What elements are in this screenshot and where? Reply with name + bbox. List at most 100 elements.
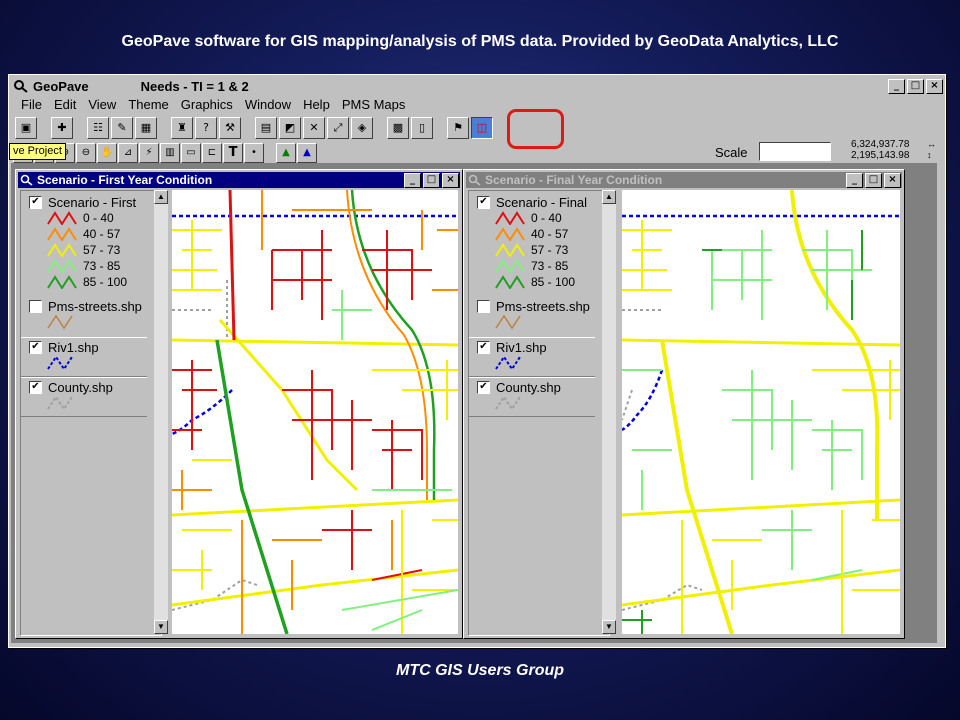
street-segment [622,498,900,517]
table-icon[interactable]: ▦ [135,117,157,139]
theme-checkbox[interactable]: ✔ [29,381,42,394]
legend-scrollbar[interactable]: ▲ ▼ [154,190,168,634]
theme-checkbox[interactable]: ✔ [477,341,490,354]
view-titlebar[interactable]: Scenario - Final Year Condition _ □ × [466,172,902,188]
maximize-button[interactable]: □ [907,78,924,94]
view-close-button[interactable]: × [442,172,459,188]
theme-name: Riv1.shp [496,340,547,355]
zoom-out-icon[interactable]: ⊖ [76,143,96,163]
theme-swatch [47,314,73,330]
menu-edit[interactable]: Edit [48,97,82,115]
menu-view[interactable]: View [82,97,122,115]
zoom-active-icon[interactable]: ✕ [303,117,325,139]
theme-pms-streets[interactable]: Pms-streets.shp [21,299,147,330]
view-maximize-button[interactable]: □ [423,172,440,188]
hotlink-icon[interactable]: ⚡ [139,143,159,163]
view-close-button[interactable]: × [884,172,901,188]
add-theme-icon[interactable]: ✚ [51,117,73,139]
theme-scenario[interactable]: ✔ Scenario - Final 0 - 40 40 - 57 57 - 73… [469,195,595,290]
theme-checkbox[interactable]: ✔ [29,196,42,209]
theme-checkbox[interactable]: ✔ [29,341,42,354]
identify-icon[interactable]: ? [195,117,217,139]
menu-file[interactable]: File [15,97,48,115]
scroll-up-icon[interactable]: ▲ [602,190,616,204]
class-label: 73 - 85 [531,259,569,273]
theme-scenario[interactable]: ✔ Scenario - First 0 - 40 40 - 57 57 - 73… [21,195,147,290]
scale-input[interactable] [759,142,831,161]
theme-pms-streets[interactable]: Pms-streets.shp [469,299,595,330]
theme-props-icon[interactable]: ☷ [87,117,109,139]
county-line [622,309,662,421]
find-icon[interactable]: ♜ [171,117,193,139]
street-segment [762,510,863,581]
menu-pms-maps[interactable]: PMS Maps [336,97,412,115]
layout-icon[interactable]: ▩ [387,117,409,139]
street-segment [172,568,458,607]
street-segment [622,568,900,607]
query-icon[interactable]: ◩ [279,117,301,139]
class-swatch [47,211,77,225]
view-logo-icon [20,174,33,186]
theme-name: County.shp [496,380,561,395]
menu-help[interactable]: Help [297,97,336,115]
street-segment [722,370,812,480]
theme-county[interactable]: ✔ County.shp [21,377,147,417]
class-swatch [495,211,525,225]
theme-county[interactable]: ✔ County.shp [469,377,595,417]
pms-compare-icon[interactable]: ◫ [471,117,493,139]
app-titlebar[interactable]: GeoPave Needs - TI = 1 & 2 _ □ × [11,77,943,95]
theme-checkbox[interactable]: ✔ [477,196,490,209]
scroll-down-icon[interactable]: ▼ [602,620,616,634]
theme-riv1[interactable]: ✔ Riv1.shp [21,337,147,377]
zoom-full-icon[interactable]: ⤢ [327,117,349,139]
select-icon[interactable]: ▭ [181,143,201,163]
triangle-b-icon[interactable]: ▲ [297,143,317,163]
hand-icon[interactable]: ✋ [97,143,117,163]
scroll-up-icon[interactable]: ▲ [154,190,168,204]
area-icon[interactable]: ▥ [160,143,180,163]
theme-checkbox[interactable] [29,300,42,313]
menu-window[interactable]: Window [239,97,297,115]
chart-icon[interactable]: ▤ [255,117,277,139]
hammer-icon[interactable]: ⚒ [219,117,241,139]
map-canvas[interactable] [622,190,900,634]
view-window-final-year: Scenario - Final Year Condition _ □ × ✔ S… [463,169,905,639]
minimize-button[interactable]: _ [888,78,905,94]
menu-graphics[interactable]: Graphics [175,97,239,115]
text-icon[interactable]: T [223,143,243,163]
theme-checkbox[interactable]: ✔ [477,381,490,394]
app-window-title: Needs - TI = 1 & 2 [140,78,249,94]
menu-theme[interactable]: Theme [122,97,174,115]
scroll-down-icon[interactable]: ▼ [154,620,168,634]
save-icon[interactable]: ▣ [15,117,37,139]
label-icon[interactable]: ⊏ [202,143,222,163]
triangle-a-icon[interactable]: ▲ [276,143,296,163]
class-swatch [47,275,77,289]
pms-flag-icon[interactable]: ⚑ [447,117,469,139]
theme-name: County.shp [48,380,113,395]
view-maximize-button[interactable]: □ [865,172,882,188]
point-icon[interactable]: • [244,143,264,163]
info-icon[interactable]: ▯ [411,117,433,139]
view-minimize-button[interactable]: _ [404,172,421,188]
measure-icon[interactable]: ⊿ [118,143,138,163]
street-grid-lightgreen [622,230,872,581]
street-segment [711,230,772,320]
close-button[interactable]: × [926,78,943,94]
edit-legend-icon[interactable]: ✎ [111,117,133,139]
county-line [622,583,703,611]
street-segment [172,360,217,450]
view-titlebar[interactable]: Scenario - First Year Condition _ □ × [18,172,460,188]
theme-riv1[interactable]: ✔ Riv1.shp [469,337,595,377]
theme-checkbox[interactable] [477,300,490,313]
class-swatch [495,243,525,257]
class-label: 85 - 100 [83,275,128,289]
view-logo-icon [468,174,481,186]
map-canvas[interactable] [172,190,458,634]
view-minimize-button[interactable]: _ [846,172,863,188]
tooltip: ve Project [9,143,66,160]
theme-name: Scenario - Final [496,195,588,210]
view-window-first-year: Scenario - First Year Condition _ □ × ✔ S… [15,169,463,639]
zoom-selected-icon[interactable]: ◈ [351,117,373,139]
legend-scrollbar[interactable]: ▲ ▼ [602,190,616,634]
